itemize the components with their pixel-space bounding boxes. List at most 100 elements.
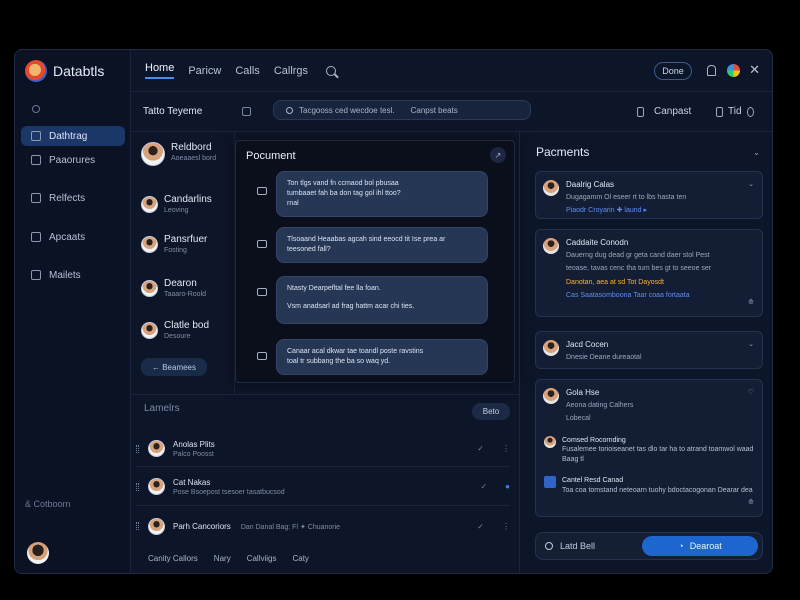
sidebar-item-2[interactable]: Paaorures: [21, 150, 125, 170]
drag-handle[interactable]: [136, 444, 139, 453]
comment-text: Dugagamm Ol eseer rt to lbs hasta ten: [566, 194, 687, 201]
close-icon[interactable]: ✕: [749, 62, 760, 78]
comment-text: Dauerng dug dead gr geta cand daer stol …: [566, 252, 710, 259]
comment-card[interactable]: ⌄ Daalrig Calas Dugagamm Ol eseer rt to …: [535, 171, 763, 219]
table-row[interactable]: Parh Cancoriors Dan Danal Bag: Fl ✦ Chua…: [136, 507, 510, 545]
chevron-down-icon[interactable]: ⌄: [748, 180, 754, 188]
search-icon[interactable]: [326, 65, 337, 76]
circle-icon[interactable]: [32, 105, 40, 113]
sidebar-footer[interactable]: & Cotboorn: [25, 499, 71, 509]
row-actions: ✓ ●: [480, 482, 510, 491]
message-bubble[interactable]: Tlsoaand Heaabas agcah sind eeocd tit Is…: [276, 227, 488, 264]
comment-link[interactable]: Cas Saatasomboona Taar coaa fortaata: [566, 291, 754, 300]
sidebar-item-1[interactable]: Dathtrag: [21, 126, 125, 146]
contact-avatar: [141, 321, 158, 339]
thread-avatar: [544, 476, 556, 489]
tab-4[interactable]: Caty: [292, 554, 308, 563]
contact-name: Pansrfuer: [164, 234, 208, 245]
row-actions: ✓ ⋮: [477, 522, 510, 531]
row-actions: ✓ ⋮: [477, 444, 510, 453]
chat-icon: [257, 240, 267, 248]
main-search-input[interactable]: Tacgooss ced wecdoe tesl. Canpst beats: [273, 100, 531, 120]
nav-home[interactable]: Home: [145, 62, 175, 79]
nav-item-4[interactable]: Callrgs: [274, 65, 308, 77]
sidebar-item-5[interactable]: Mailets: [21, 265, 125, 285]
row-avatar: [148, 440, 165, 457]
stack-icon: [31, 270, 41, 280]
done-button[interactable]: Done: [654, 62, 692, 80]
primary-action-button[interactable]: ◔ Dearoat: [642, 536, 758, 556]
sidebar-item-label: Mailets: [49, 269, 81, 281]
chevron-down-icon[interactable]: ⌄: [748, 340, 754, 348]
comment-link[interactable]: Piaodr Croyarin ✚ laund ▸: [566, 206, 754, 215]
contact-list-panel: Reldbord Aoeaaesl bord Candarlins Leoving…: [131, 132, 235, 394]
message-bubble[interactable]: Ntasty Dearpefltal fee lla foan. Vsm ana…: [276, 276, 488, 324]
list-item[interactable]: Candarlins Leoving: [141, 194, 231, 214]
message-line: teesoned fall?: [287, 246, 331, 254]
sidebar-avatar[interactable]: [27, 542, 49, 564]
list-item[interactable]: Dearon Taaaro-Roold: [141, 278, 231, 298]
tab-1[interactable]: Canity Callors: [148, 554, 198, 563]
bottom-tab-row: Canity Callors Nary Callviigs Caty: [148, 554, 398, 563]
drag-handle[interactable]: [136, 522, 139, 530]
back-button[interactable]: ← Beamees: [141, 358, 207, 376]
message-bubble[interactable]: Ton tlgs vand fn ccmaod bol pbusaa tumba…: [276, 171, 488, 218]
reply-icon[interactable]: ⟰: [748, 298, 754, 306]
user-icon[interactable]: [707, 65, 716, 76]
comment-text: Lobecal: [566, 415, 591, 423]
search-icon: [31, 131, 41, 141]
list-item[interactable]: Pansrfuer Fosting: [141, 234, 231, 254]
profile-card[interactable]: Reldbord Aoeaaesl bord: [141, 142, 225, 166]
thread-item[interactable]: Comsed Rocornding Fusalemee torioiseanet…: [544, 435, 754, 464]
sidebar-item-3[interactable]: Relfects: [21, 188, 125, 208]
drag-handle[interactable]: [136, 482, 139, 491]
tab-3[interactable]: Callviigs: [247, 554, 277, 563]
search-hint: Canpst beats: [410, 105, 458, 115]
reply-icon[interactable]: ⟰: [748, 498, 754, 506]
comment-name: Gola Hse: [566, 388, 600, 397]
table-row[interactable]: Cat Nakas Pose Bsoepost tsesoer tasatbuc…: [136, 468, 510, 506]
status-dot-icon[interactable]: ●: [505, 482, 510, 491]
sidebar-item-label: Relfects: [49, 192, 86, 204]
message-bubble[interactable]: Canaar acal dkwar tae toandl poste ravst…: [276, 339, 488, 376]
toolbar-right-text[interactable]: Tid: [728, 106, 742, 117]
lower-list-header: Lamelrs: [144, 403, 180, 414]
comment-text: Aeona dating Calhers: [566, 402, 634, 409]
bell-icon: ◔: [678, 541, 684, 551]
comment-name: Daalrig Calas: [566, 180, 615, 189]
folder-icon: [31, 193, 41, 203]
compact-label: Canpast: [654, 106, 692, 117]
sidebar-item-4[interactable]: Apcaats: [21, 227, 125, 247]
small-square-icon[interactable]: [242, 107, 251, 116]
contact-name: Dearon: [164, 278, 197, 289]
chevron-down-icon[interactable]: ⌄: [753, 148, 760, 157]
message-line: toal tr subbang the ba so waq yd.: [287, 358, 391, 366]
nav-item-3[interactable]: Calls: [235, 65, 259, 77]
bookmark-icon: [637, 106, 644, 117]
tab-2[interactable]: Nary: [214, 554, 231, 563]
row-meta: Palco Poosst: [173, 450, 214, 458]
globe-icon[interactable]: [727, 64, 740, 77]
compact-toggle[interactable]: Canpast: [637, 106, 727, 117]
more-icon[interactable]: ⋮: [502, 522, 510, 531]
nav-item-2[interactable]: Paricw: [188, 65, 221, 77]
search-placeholder: Tacgooss ced wecdoe tesl.: [299, 105, 395, 115]
comment-card[interactable]: ♡ Gola Hse Aeona dating Calhers Lobecal …: [535, 379, 763, 517]
comment-card[interactable]: ⌄ Jacd Cocen Dnesie Deane dureaotal: [535, 331, 763, 369]
workspace-title[interactable]: Tatto Teyeme: [143, 106, 202, 117]
more-icon[interactable]: ⋮: [502, 444, 510, 453]
calendar-icon[interactable]: [716, 106, 723, 117]
check-icon[interactable]: ✓: [477, 522, 484, 531]
table-row[interactable]: Anolas Plits Palco Poosst ✓ ⋮: [136, 431, 510, 467]
expand-icon[interactable]: ↗: [490, 147, 506, 163]
heart-icon[interactable]: ♡: [748, 388, 754, 396]
bottom-search-input[interactable]: Latd Bell: [545, 541, 595, 551]
check-icon[interactable]: ✓: [477, 444, 484, 453]
check-icon[interactable]: ✓: [480, 482, 487, 491]
sidebar-item-label: Paaorures: [49, 154, 96, 166]
list-item[interactable]: Clatle bod Desoure: [141, 320, 231, 340]
lower-list-action[interactable]: Beto: [472, 403, 510, 420]
clock-icon[interactable]: [746, 106, 754, 117]
comment-card[interactable]: ⟰ Caddaite Conodn Dauerng dug dead gr ge…: [535, 229, 763, 317]
thread-item[interactable]: Cantel Resd Canad Toa coa tomstand neteo…: [544, 476, 754, 495]
